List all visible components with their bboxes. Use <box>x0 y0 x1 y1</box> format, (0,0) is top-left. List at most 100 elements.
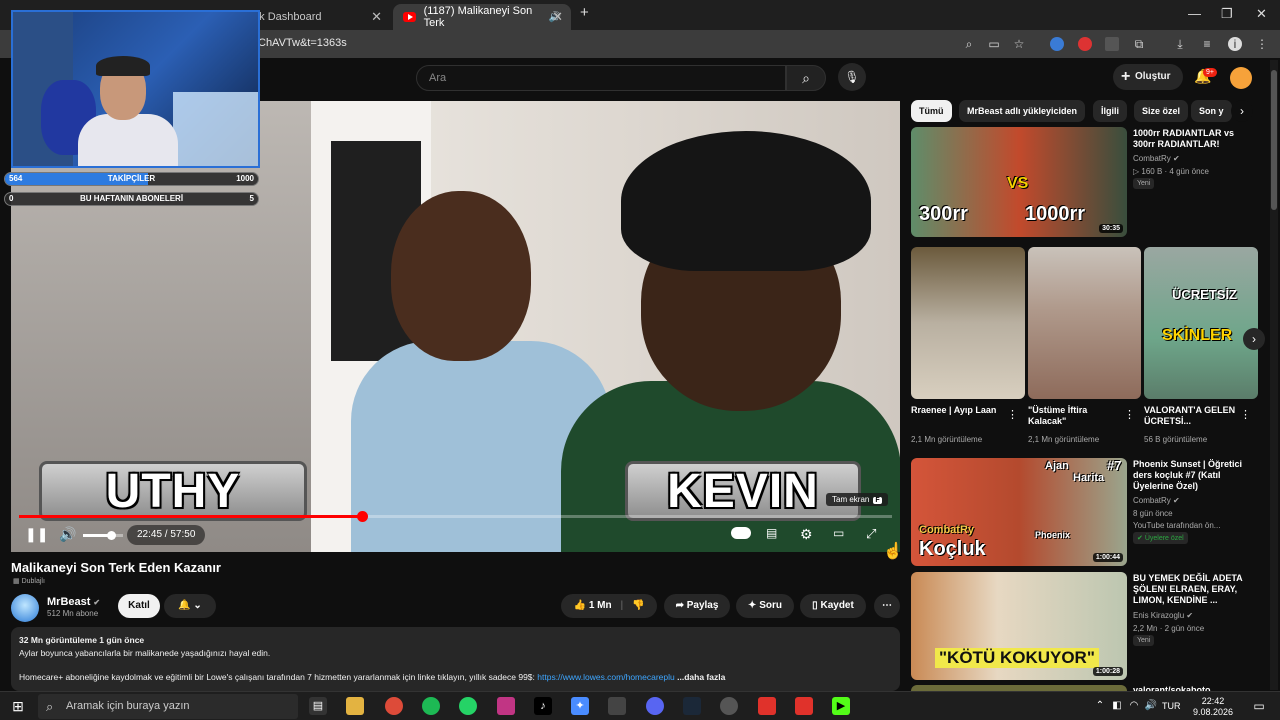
progress-scrubber[interactable] <box>357 511 369 522</box>
more-icon[interactable]: ⋮ <box>1240 408 1251 421</box>
minimize-icon[interactable]: — <box>1188 6 1201 21</box>
search-button[interactable]: ⌕ <box>786 65 826 91</box>
channel-avatar[interactable] <box>11 594 39 622</box>
subscribe-bell-button[interactable]: 🔔 ⌄ <box>164 594 216 618</box>
chip-for-you[interactable]: Size özel <box>1134 100 1189 122</box>
join-button[interactable]: Katıl <box>118 594 160 618</box>
description-box[interactable]: 32 Mn görüntüleme 1 gün önce Aylar boyun… <box>11 627 900 691</box>
media-icon[interactable]: ≡ <box>1200 37 1214 51</box>
cast-icon[interactable]: ▭ <box>987 37 1001 51</box>
tab-youtube-video[interactable]: (1187) Malikaneyi Son Terk 🔊 ✕ <box>393 4 571 30</box>
profile-icon[interactable]: i <box>1228 37 1242 51</box>
short-thumbnail[interactable] <box>911 247 1025 399</box>
settings-gear-icon[interactable]: ⚙ <box>800 526 813 543</box>
show-more-link[interactable]: ...daha fazla <box>677 672 725 682</box>
pause-icon[interactable]: ❚❚ <box>25 526 48 543</box>
extension-icon[interactable] <box>1105 37 1119 51</box>
recommended-title[interactable]: BU YEMEK DEĞİL ADETA ŞÖLEN! ELRAEN, ERAY… <box>1133 573 1258 606</box>
chevron-right-icon[interactable]: › <box>1231 100 1253 122</box>
instagram-icon[interactable] <box>497 697 515 715</box>
volume-icon[interactable]: 🔊 <box>59 526 76 543</box>
more-icon[interactable]: ⋮ <box>1124 408 1135 421</box>
progress-bar[interactable] <box>19 511 892 522</box>
volume-knob[interactable] <box>107 531 116 540</box>
recommended-title[interactable]: Phoenix Sunset | Öğretici ders koçluk #7… <box>1133 459 1258 492</box>
chip-related[interactable]: İlgili <box>1093 100 1127 122</box>
chip-all[interactable]: Tümü <box>911 100 952 122</box>
language-indicator[interactable]: TUR <box>1162 701 1181 711</box>
short-title[interactable]: VALORANT'A GELEN ÜCRETSİ... <box>1144 405 1236 427</box>
zoom-icon[interactable]: ⌕ <box>962 37 976 51</box>
ask-button[interactable]: ✦ Soru <box>736 594 794 618</box>
avatar[interactable] <box>1230 67 1252 89</box>
whatsapp-icon[interactable] <box>459 697 477 715</box>
short-title[interactable]: Rraenee | Ayıp Laan <box>911 405 1001 416</box>
channel-name[interactable]: MrBeast ✔ <box>47 596 100 608</box>
tiktok-icon[interactable]: ♪ <box>534 697 552 715</box>
url-field[interactable]: ChAVTw&t=1363s <box>258 37 347 49</box>
maximize-icon[interactable]: ❐ <box>1221 6 1233 22</box>
share-button[interactable]: ➦ Paylaş <box>664 594 730 618</box>
valorant-icon[interactable] <box>795 697 813 715</box>
spotify-icon[interactable] <box>422 697 440 715</box>
chip-recent[interactable]: Son y <box>1191 100 1232 122</box>
bookmark-star-icon[interactable]: ☆ <box>1012 37 1026 51</box>
recommended-title[interactable]: 1000rr RADIANTLAR vs 300rr RADIANTLAR! <box>1133 128 1258 150</box>
video-player[interactable]: UTHY KEVIN Tam ekran F ❚❚ 🔊 22:45 / 57:50… <box>11 101 900 552</box>
chrome-icon[interactable] <box>385 697 403 715</box>
search-input[interactable]: Ara <box>416 65 786 91</box>
dislike-button[interactable]: 👎 <box>632 600 644 611</box>
save-button[interactable]: ▯ Kaydet <box>800 594 866 618</box>
new-tab-icon[interactable]: + <box>580 4 589 21</box>
kick-icon[interactable]: ▶ <box>832 697 850 715</box>
discord-icon[interactable] <box>646 697 664 715</box>
chevron-up-icon[interactable]: ⌃ <box>1091 697 1109 715</box>
puzzle-icon[interactable]: ⧉ <box>1132 37 1146 51</box>
file-explorer-icon[interactable] <box>346 697 364 715</box>
app-icon[interactable] <box>758 697 776 715</box>
description-link[interactable]: https://www.lowes.com/homecareplu <box>537 672 674 682</box>
recommended-thumbnail[interactable]: Ajan Harita #7 CombatRy Koçluk Phoenix 1… <box>911 458 1127 566</box>
notification-center-icon[interactable]: ▭ <box>1250 697 1268 715</box>
short-title[interactable]: "Üstüme İftira Kalacak" <box>1028 405 1118 427</box>
close-window-icon[interactable]: ✕ <box>1256 6 1267 22</box>
more-actions-button[interactable]: ⋯ <box>874 594 900 618</box>
close-icon[interactable]: ✕ <box>371 9 382 25</box>
chip-from-uploader[interactable]: MrBeast adlı yükleyiciden <box>959 100 1086 122</box>
like-button[interactable]: 👍 1 Mn <box>574 600 612 611</box>
mic-button[interactable]: 🎙 <box>838 63 866 91</box>
download-icon[interactable]: ⤓ <box>1173 37 1187 51</box>
extension-icon[interactable] <box>1078 37 1092 51</box>
fullscreen-icon[interactable]: ⤢ <box>866 526 876 542</box>
scrollbar-thumb[interactable] <box>1271 70 1277 210</box>
taskbar-search[interactable]: ⌕ Aramak için buraya yazın <box>38 694 298 719</box>
short-thumbnail[interactable] <box>1028 247 1141 399</box>
recommended-channel[interactable]: CombatRy ✔ <box>1133 495 1180 506</box>
create-button[interactable]: + Oluştur <box>1113 64 1183 90</box>
task-view-icon[interactable]: ▤ <box>309 697 327 715</box>
theater-mode-icon[interactable]: ▭ <box>833 526 844 540</box>
windows-start-icon[interactable]: ⊞ <box>9 697 27 715</box>
capcut-icon[interactable] <box>608 697 626 715</box>
volume-slider[interactable] <box>83 531 123 540</box>
short-thumbnail[interactable]: ÜCRETSİZ SKİNLER <box>1144 247 1258 399</box>
network-icon[interactable]: ◧ <box>1108 697 1126 715</box>
followers-goal: 1000 <box>236 174 254 183</box>
wifi-icon[interactable]: ◠ <box>1125 697 1143 715</box>
menu-icon[interactable]: ⋮ <box>1255 37 1269 51</box>
clock[interactable]: 22:42 9.08.2026 <box>1193 696 1233 718</box>
more-icon[interactable]: ⋮ <box>1007 408 1018 421</box>
gemini-icon[interactable]: ✦ <box>571 697 589 715</box>
extension-icon[interactable] <box>1050 37 1064 51</box>
chevron-right-icon[interactable]: › <box>1243 328 1265 350</box>
autoplay-toggle[interactable] <box>731 527 751 539</box>
recommended-channel[interactable]: Enis Kirazoglu ✔ <box>1133 610 1193 621</box>
close-icon[interactable]: ✕ <box>552 9 563 25</box>
steam-icon[interactable] <box>683 697 701 715</box>
recommended-thumbnail[interactable]: 300rr VS 1000rr 30:35 <box>911 127 1127 237</box>
obs-icon[interactable] <box>720 697 738 715</box>
recommended-thumbnail[interactable]: "KÖTÜ KOKUYOR" 1:00:28 <box>911 572 1127 680</box>
subtitles-icon[interactable]: ▤ <box>766 526 777 540</box>
recommended-channel[interactable]: CombatRy ✔ <box>1133 153 1180 164</box>
volume-icon[interactable]: 🔊 <box>1142 697 1160 715</box>
